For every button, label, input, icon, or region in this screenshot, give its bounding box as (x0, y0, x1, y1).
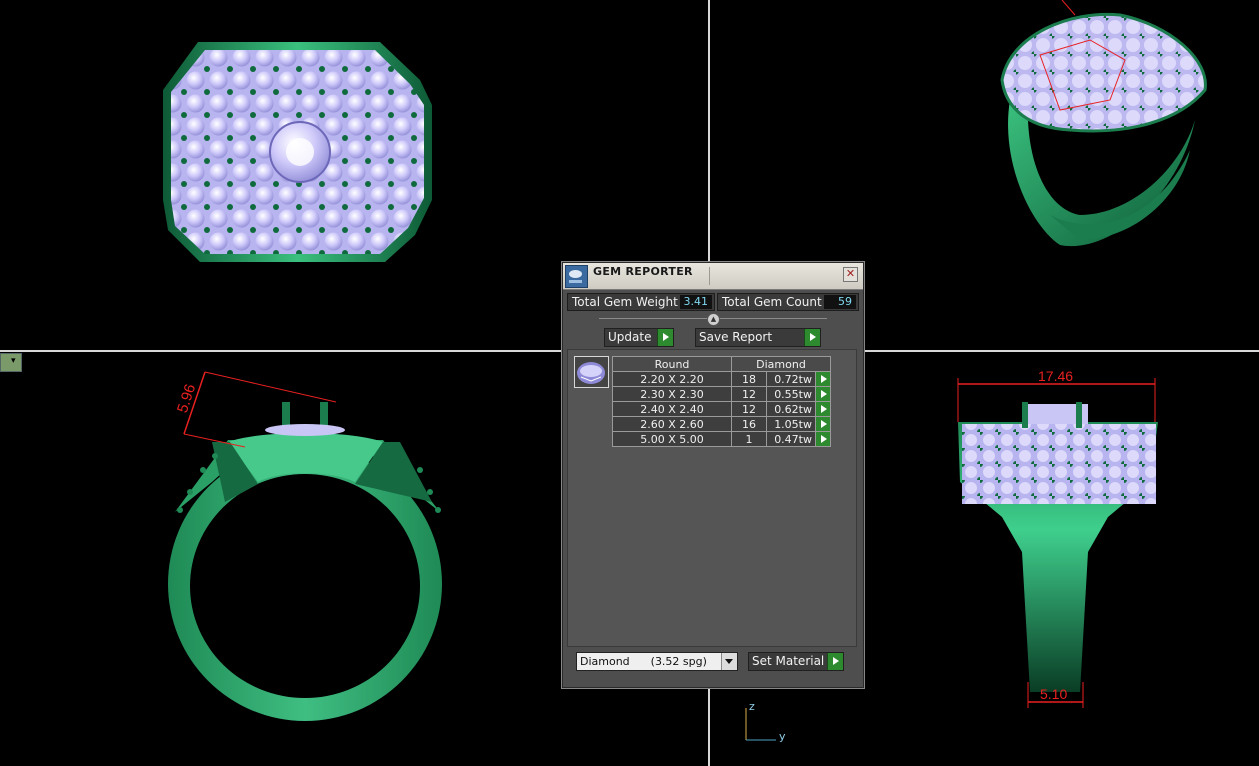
close-button[interactable]: ✕ (843, 267, 858, 282)
gem-quantity: 18 (731, 371, 767, 387)
gem-weight: 0.55tw (766, 386, 816, 402)
play-arrow-icon (657, 329, 673, 346)
header-shape: Round (612, 356, 732, 372)
titlebar-separator (709, 267, 710, 285)
gem-list-panel: Round Diamond 2.20 X 2.20 18 0.72tw 2.30… (567, 349, 857, 647)
gem-size: 2.30 X 2.30 (612, 386, 732, 402)
gem-size: 2.40 X 2.40 (612, 401, 732, 417)
dialog-titlebar[interactable]: GEM REPORTER ✕ (563, 263, 863, 290)
gem-quantity: 12 (731, 401, 767, 417)
gem-weight: 0.47tw (766, 431, 816, 447)
axis-y-label: y (779, 730, 786, 743)
dimension-label-shank: 5.10 (1040, 686, 1068, 702)
gem-shape (577, 362, 605, 384)
update-button-label: Update (608, 330, 652, 344)
gem-size: 2.20 X 2.20 (612, 371, 732, 387)
set-material-button-label: Set Material (752, 654, 825, 668)
gem-size: 5.00 X 5.00 (612, 431, 732, 447)
row-select-button[interactable] (815, 431, 831, 447)
splitter-handle[interactable]: ▲ (707, 313, 720, 326)
header-material: Diamond (731, 356, 831, 372)
chevron-down-icon[interactable] (721, 653, 737, 670)
gem-weight: 0.62tw (766, 401, 816, 417)
gem-quantity: 12 (731, 386, 767, 402)
total-gem-count: Total Gem Count 59 (717, 293, 859, 311)
save-report-button[interactable]: Save Report (695, 328, 821, 347)
gem-table-header: Round Diamond (612, 356, 831, 372)
axis-gizmo: z y (740, 700, 800, 750)
row-select-button[interactable] (815, 401, 831, 417)
gem-weight: 1.05tw (766, 416, 816, 432)
gem-quantity: 16 (731, 416, 767, 432)
total-gem-weight-label: Total Gem Weight (572, 295, 678, 309)
material-select-value: Diamond (3.52 spg) (580, 655, 707, 668)
total-gem-count-value: 59 (824, 295, 856, 309)
total-gem-count-label: Total Gem Count (722, 295, 822, 309)
row-select-button[interactable] (815, 386, 831, 402)
gem-weight: 0.72tw (766, 371, 816, 387)
set-material-button[interactable]: Set Material (748, 652, 844, 671)
table-row: 2.20 X 2.20 18 0.72tw (612, 371, 831, 387)
gem-size: 2.60 X 2.60 (612, 416, 732, 432)
round-gem-icon[interactable] (574, 356, 609, 388)
material-select[interactable]: Diamond (3.52 spg) (576, 652, 738, 671)
gem-reporter-dialog: GEM REPORTER ✕ Total Gem Weight 3.41 Tot… (562, 262, 864, 688)
dimension-label-width: 17.46 (1038, 368, 1074, 384)
save-report-button-label: Save Report (699, 330, 773, 344)
update-button[interactable]: Update (604, 328, 674, 347)
total-gem-weight: Total Gem Weight 3.41 (567, 293, 715, 311)
table-row: 2.40 X 2.40 12 0.62tw (612, 401, 831, 417)
gem-table: Round Diamond 2.20 X 2.20 18 0.72tw 2.30… (612, 356, 831, 447)
chevron-down-icon: ▾ (11, 356, 16, 366)
row-select-button[interactable] (815, 416, 831, 432)
table-row: 2.30 X 2.30 12 0.55tw (612, 386, 831, 402)
play-arrow-icon (804, 329, 820, 346)
row-select-button[interactable] (815, 371, 831, 387)
gem-reporter-app-icon (565, 265, 588, 288)
dialog-title: GEM REPORTER (593, 265, 693, 278)
viewport-menu-button[interactable]: ▾ (0, 353, 22, 372)
play-arrow-icon (827, 653, 843, 670)
gem-quantity: 1 (731, 431, 767, 447)
total-gem-weight-value: 3.41 (680, 295, 712, 309)
table-row: 5.00 X 5.00 1 0.47tw (612, 431, 831, 447)
axis-z-label: z (749, 700, 755, 713)
table-row: 2.60 X 2.60 16 1.05tw (612, 416, 831, 432)
